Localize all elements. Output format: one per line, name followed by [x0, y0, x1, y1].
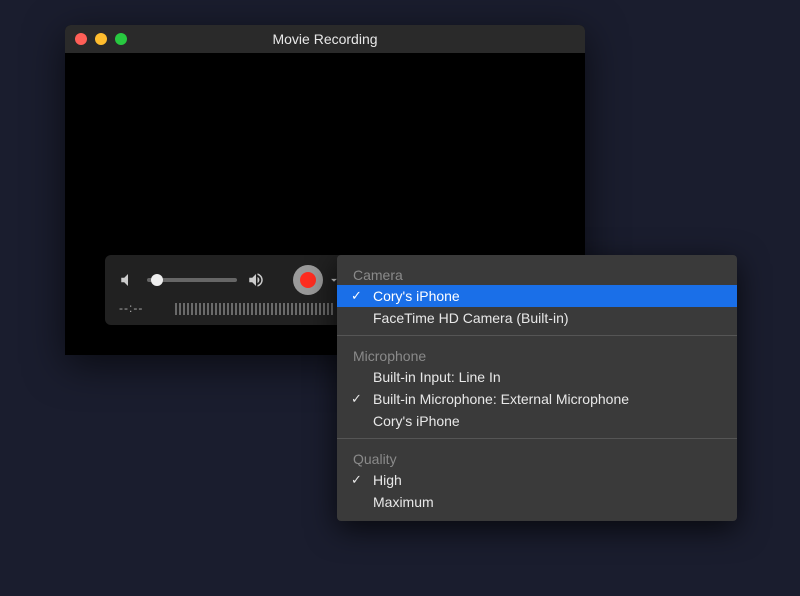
camera-option-facetime[interactable]: FaceTime HD Camera (Built-in): [337, 307, 737, 329]
quality-option-maximum[interactable]: Maximum: [337, 491, 737, 513]
window-title: Movie Recording: [65, 31, 585, 47]
close-button[interactable]: [75, 33, 87, 45]
checkmark-icon: ✓: [351, 391, 362, 407]
menu-item-label: Cory's iPhone: [373, 413, 460, 429]
record-button[interactable]: [293, 265, 323, 295]
camera-option-corys-iphone[interactable]: ✓ Cory's iPhone: [337, 285, 737, 307]
record-options-menu[interactable]: Camera ✓ Cory's iPhone FaceTime HD Camer…: [337, 255, 737, 521]
checkmark-icon: ✓: [351, 288, 362, 304]
menu-item-label: FaceTime HD Camera (Built-in): [373, 310, 569, 326]
volume-high-icon: [247, 271, 265, 289]
traffic-lights: [75, 33, 127, 45]
menu-item-label: Maximum: [373, 494, 434, 510]
menu-divider: [337, 335, 737, 336]
titlebar[interactable]: Movie Recording: [65, 25, 585, 53]
menu-divider: [337, 438, 737, 439]
quality-section-header: Quality: [337, 445, 737, 469]
microphone-option-corys-iphone[interactable]: Cory's iPhone: [337, 410, 737, 432]
checkmark-icon: ✓: [351, 472, 362, 488]
microphone-section-header: Microphone: [337, 342, 737, 366]
camera-section-header: Camera: [337, 261, 737, 285]
audio-level-meter: [175, 301, 333, 315]
quality-option-high[interactable]: ✓ High: [337, 469, 737, 491]
volume-slider-knob[interactable]: [151, 274, 163, 286]
microphone-option-external[interactable]: ✓ Built-in Microphone: External Micropho…: [337, 388, 737, 410]
menu-item-label: Built-in Input: Line In: [373, 369, 501, 385]
minimize-button[interactable]: [95, 33, 107, 45]
maximize-button[interactable]: [115, 33, 127, 45]
volume-slider[interactable]: [147, 278, 237, 282]
volume-low-icon: [119, 271, 137, 289]
menu-item-label: Built-in Microphone: External Microphone: [373, 391, 629, 407]
elapsed-time: --:--: [119, 301, 159, 315]
menu-item-label: High: [373, 472, 402, 488]
microphone-option-line-in[interactable]: Built-in Input: Line In: [337, 366, 737, 388]
record-dot-icon: [300, 272, 316, 288]
menu-item-label: Cory's iPhone: [373, 288, 460, 304]
